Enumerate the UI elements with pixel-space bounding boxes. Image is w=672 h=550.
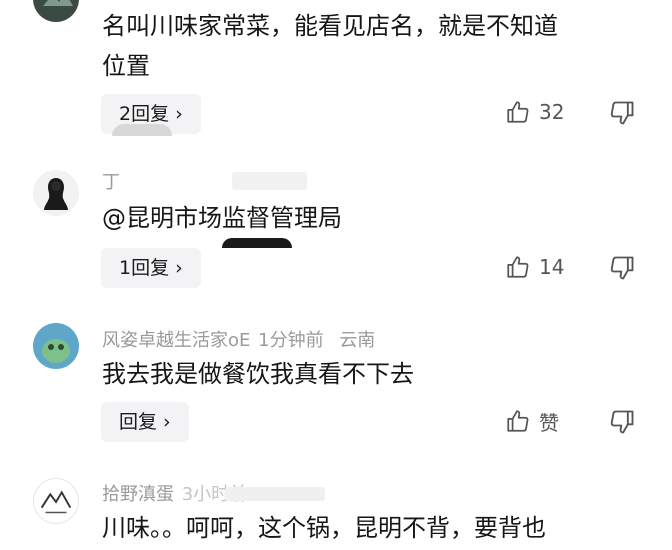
comment-meta: 丁: [102, 168, 122, 194]
dislike-button[interactable]: [608, 254, 636, 282]
thumbs-down-icon: [610, 410, 634, 434]
chevron-right-icon: ›: [175, 257, 183, 279]
comment-text: 名叫川味家常菜，能看见店名，就是不知道 位置: [102, 6, 558, 86]
comment-text-line: 名叫川味家常菜，能看见店名，就是不知道: [102, 12, 558, 40]
comment-text-line: 我去我是做餐饮我真看不下去: [102, 360, 414, 388]
reply-button[interactable]: 回复 ›: [101, 402, 189, 442]
view-replies-button[interactable]: 1回复 ›: [101, 248, 201, 288]
like-label: 赞: [539, 410, 559, 435]
thumbs-up-icon: [507, 410, 529, 432]
like-button[interactable]: 14: [505, 252, 564, 282]
avatar[interactable]: [33, 0, 79, 22]
reply-count-label: 1回复: [119, 257, 170, 279]
thumbs-down-icon: [610, 256, 634, 280]
comment-meta: 风姿卓越生活家oE 1分钟前 云南: [102, 326, 377, 352]
username[interactable]: 风姿卓越生活家oE: [102, 330, 250, 351]
reply-label: 回复: [119, 411, 158, 433]
redaction-mark: [222, 238, 292, 248]
avatar[interactable]: [33, 478, 79, 524]
comment-text: 川味。。呵呵，这个锅，昆明不背，要背也: [102, 508, 546, 548]
redaction-mark: [232, 172, 307, 190]
comment-time: 1分钟前: [258, 330, 324, 351]
redaction-mark: [225, 487, 325, 501]
chevron-right-icon: ›: [163, 411, 171, 433]
thumbs-up-icon: [507, 256, 529, 278]
reply-count-label: 2回复: [119, 103, 170, 125]
avatar[interactable]: [33, 170, 79, 216]
comment-location: 云南: [339, 330, 376, 351]
like-button[interactable]: 赞: [505, 406, 559, 436]
dislike-button[interactable]: [608, 408, 636, 436]
comment-text: 我去我是做餐饮我真看不下去: [102, 354, 414, 394]
avatar[interactable]: [33, 323, 79, 369]
comment-text-line: 位置: [102, 52, 150, 80]
chevron-right-icon: ›: [175, 103, 183, 125]
like-count: 14: [539, 255, 565, 279]
comment-text: @昆明市场监督管理局: [102, 198, 342, 238]
comment-text-line: 川味。。呵呵，这个锅，昆明不背，要背也: [102, 514, 546, 542]
thumbs-down-icon: [610, 101, 634, 125]
comment-text-line: @昆明市场监督管理局: [102, 204, 342, 232]
like-count: 32: [539, 100, 565, 124]
username[interactable]: 拾野滇蛋: [102, 484, 174, 505]
like-button[interactable]: 32: [505, 97, 564, 127]
username[interactable]: 丁: [102, 172, 120, 193]
thumbs-up-icon: [507, 101, 529, 123]
redaction-mark: [112, 124, 172, 136]
dislike-button[interactable]: [608, 99, 636, 127]
